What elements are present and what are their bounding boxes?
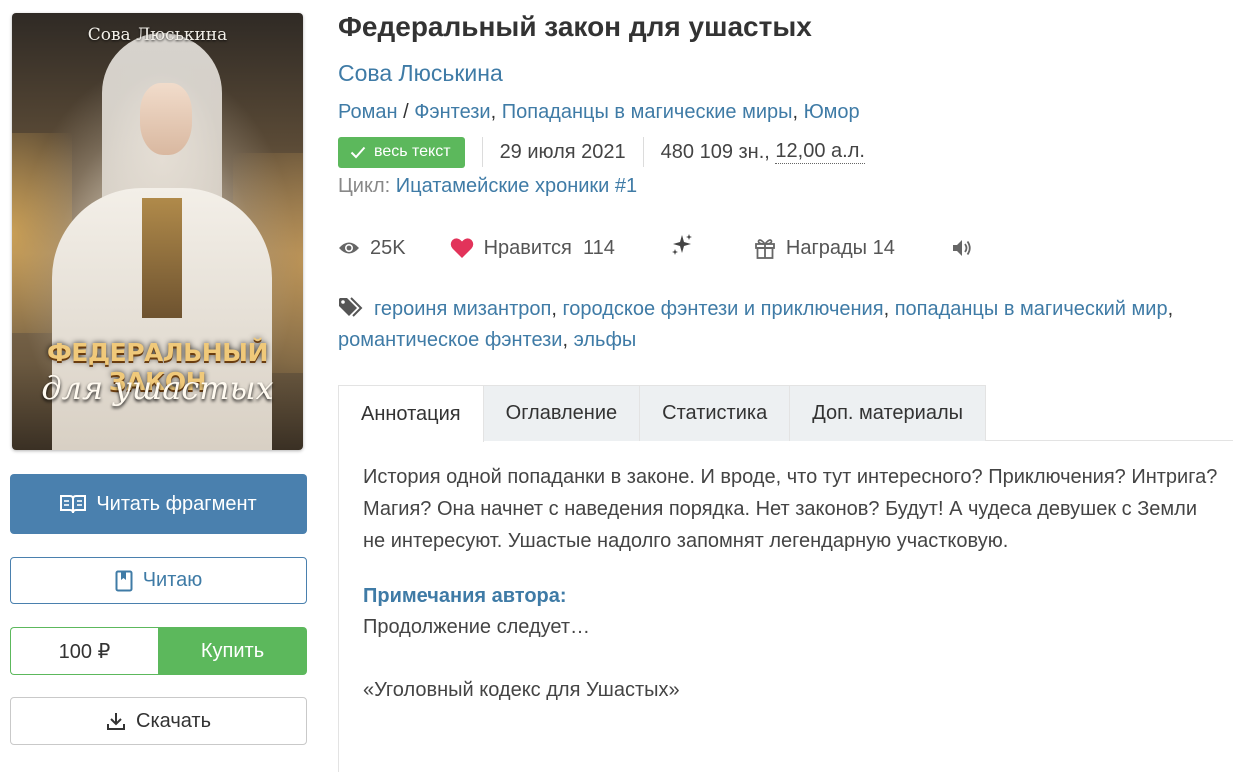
audio-button[interactable] bbox=[951, 238, 983, 258]
book-tabs: Аннотация Оглавление Статистика Доп. мат… bbox=[338, 385, 1233, 442]
gift-icon bbox=[754, 239, 775, 259]
awards-button[interactable]: Награды 14 bbox=[754, 237, 895, 260]
tag-link[interactable]: героиня мизантроп bbox=[374, 298, 551, 320]
genre-separator: / bbox=[397, 101, 415, 123]
tab-statistics[interactable]: Статистика bbox=[640, 385, 791, 441]
download-label: Скачать bbox=[136, 709, 211, 732]
tag-link[interactable]: городское фэнтези и приключения bbox=[562, 298, 883, 320]
author-note-line: Продолжение следует… bbox=[363, 616, 591, 638]
sparkle-button[interactable] bbox=[670, 233, 704, 257]
author-sheets[interactable]: 12,00 а.л. bbox=[775, 140, 865, 164]
likes-count: 114 bbox=[582, 236, 615, 259]
divider bbox=[481, 137, 483, 167]
status-badge: весь текст bbox=[338, 136, 465, 168]
awards-count: 14 bbox=[872, 236, 895, 259]
heart-icon bbox=[450, 238, 473, 258]
speaker-icon bbox=[952, 240, 971, 256]
download-icon bbox=[107, 713, 125, 730]
char-count: 480 109 зн., bbox=[660, 140, 770, 163]
reading-label: Читаю bbox=[142, 569, 203, 591]
tab-contents[interactable]: Оглавление bbox=[483, 385, 641, 441]
divider bbox=[642, 137, 644, 167]
buy-group: 100 ₽ Купить bbox=[10, 627, 307, 675]
read-fragment-label: Читать фрагмент bbox=[96, 492, 257, 515]
buy-button[interactable]: Купить bbox=[158, 627, 307, 675]
tag-link[interactable]: эльфы bbox=[574, 329, 637, 351]
author-link[interactable]: Сова Люськина bbox=[338, 60, 503, 87]
stats-bar: 25K Нравится 114 Награды 14 bbox=[338, 232, 983, 264]
annotation-text: История одной попаданки в законе. И врод… bbox=[363, 466, 1218, 552]
book-cover[interactable]: Сова Люськина ФЕДЕРАЛЬНЫЙ ЗАКОН для ушас… bbox=[12, 13, 303, 450]
views-count: 25K bbox=[370, 236, 406, 259]
open-book-icon bbox=[60, 495, 87, 514]
book-title: Федеральный закон для ушастых bbox=[338, 11, 812, 42]
genre-link[interactable]: Фэнтези bbox=[414, 101, 490, 123]
cover-art bbox=[142, 198, 182, 318]
genre-link[interactable]: Попаданцы в магические миры bbox=[502, 101, 793, 123]
sparkles-icon bbox=[671, 234, 692, 255]
status-badge-label: весь текст bbox=[374, 143, 451, 160]
cycle-link[interactable]: Ицатамейские хроники #1 bbox=[396, 175, 637, 197]
genre-link[interactable]: Юмор bbox=[804, 101, 860, 123]
price-label: 100 ₽ bbox=[10, 627, 158, 675]
tags-icon bbox=[339, 297, 363, 317]
genre-link[interactable]: Роман bbox=[338, 101, 398, 123]
awards-label: Награды bbox=[785, 236, 868, 259]
cycle-info: Цикл: Ицатамейские хроники #1 bbox=[338, 175, 637, 198]
publish-date: 29 июля 2021 bbox=[499, 140, 626, 163]
views-stat: 25K bbox=[338, 237, 406, 260]
tab-annotation[interactable]: Аннотация bbox=[338, 385, 484, 442]
bookmark-book-icon bbox=[115, 570, 133, 591]
cover-title-line2: для ушастых bbox=[41, 369, 274, 407]
download-button[interactable]: Скачать bbox=[10, 697, 307, 745]
genre-list: Роман / Фэнтези, Попаданцы в магические … bbox=[338, 101, 860, 123]
author-note-line: «Уголовный кодекс для Ушастых» bbox=[363, 679, 680, 701]
book-meta: весь текст 29 июля 2021 480 109 зн., 12,… bbox=[338, 136, 865, 168]
cycle-label: Цикл: bbox=[338, 175, 391, 197]
divider bbox=[338, 441, 339, 772]
tag-link[interactable]: романтическое фэнтези bbox=[338, 329, 562, 351]
eye-icon bbox=[339, 242, 359, 254]
likes-label: Нравится bbox=[483, 236, 572, 259]
author-notes-heading: Примечания автора: bbox=[363, 585, 567, 607]
tag-list: героиня мизантроп, городское фэнтези и п… bbox=[338, 297, 1174, 351]
tag-link[interactable]: попаданцы в магический мир bbox=[895, 298, 1168, 320]
like-button[interactable]: Нравится 114 bbox=[450, 237, 615, 260]
cover-author-text: Сова Люськина bbox=[87, 25, 228, 45]
read-fragment-button[interactable]: Читать фрагмент bbox=[10, 474, 307, 534]
tab-extra-materials[interactable]: Доп. материалы bbox=[790, 385, 986, 441]
cover-art bbox=[140, 83, 192, 155]
reading-button[interactable]: Читаю bbox=[10, 557, 307, 604]
check-icon bbox=[350, 146, 366, 158]
